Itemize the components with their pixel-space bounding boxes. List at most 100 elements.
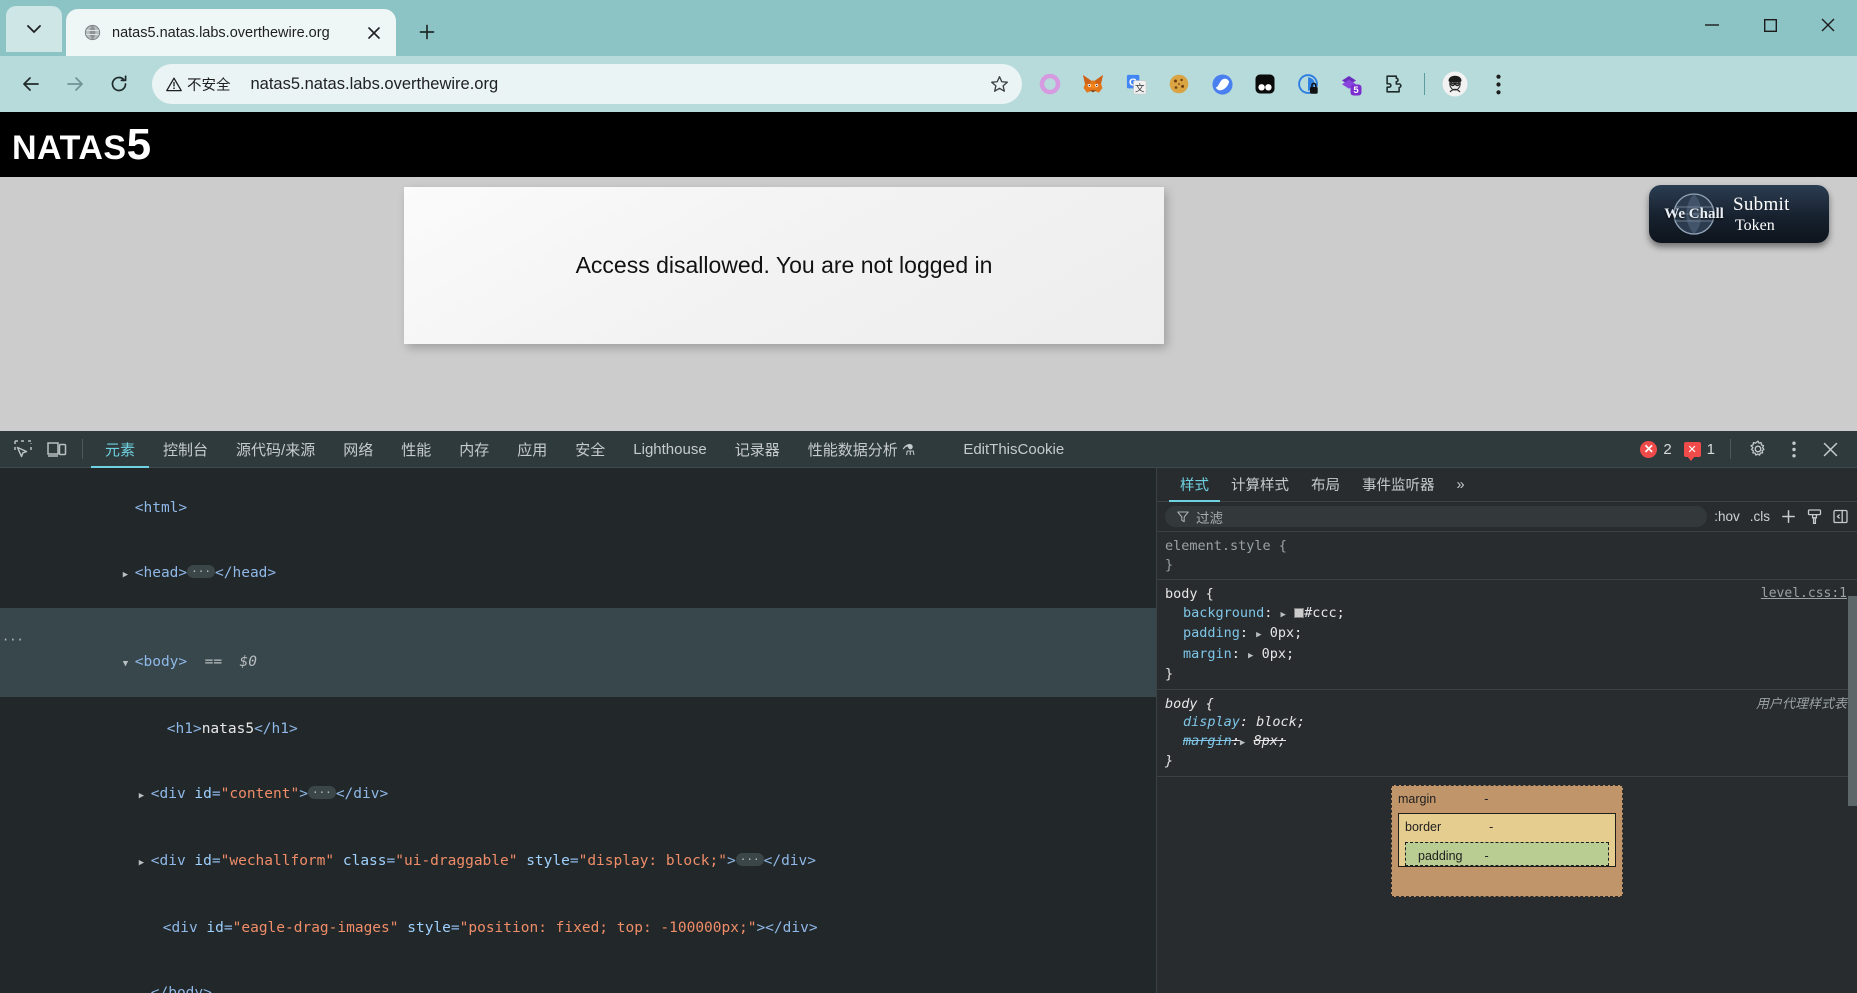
declaration-value[interactable]: 0px [1262,646,1286,662]
styles-scrollbar[interactable] [1848,596,1857,993]
styles-scrollbar-thumb[interactable] [1848,596,1857,806]
box-model-padding[interactable]: padding - [1405,841,1609,866]
brush-icon[interactable] [1803,506,1825,528]
device-toggle-icon[interactable] [40,434,74,464]
expand-arrow-icon[interactable]: ▶ [1256,630,1261,640]
styles-tab-computed[interactable]: 计算样式 [1220,468,1300,502]
metamask-fox-icon[interactable] [1073,64,1113,104]
dom-line-div-content[interactable]: <div id="content">···</div> [0,762,1156,829]
styles-filter-input[interactable]: 过滤 [1165,506,1708,527]
warning-triangle-icon [166,77,182,91]
devtools-tab-recorder[interactable]: 记录器 [721,431,794,468]
declaration-value[interactable]: #ccc [1304,605,1337,621]
style-rule-body-level-css[interactable]: body { level.css:1 background: ▶ #ccc; p… [1157,580,1857,690]
devtools-tab-memory[interactable]: 内存 [445,431,503,468]
dom-line-div-wechallform[interactable]: <div id="wechallform" class="ui-draggabl… [0,829,1156,896]
declaration-property[interactable]: margin [1165,646,1232,662]
wave-extension-icon[interactable] [1202,64,1242,104]
svg-text:5: 5 [1353,85,1359,96]
back-button[interactable] [10,63,52,105]
declaration-value[interactable]: block [1256,714,1297,730]
forward-button[interactable] [54,63,96,105]
maximize-button[interactable] [1741,0,1799,50]
devtools-tab-elements[interactable]: 元素 [91,431,149,468]
declaration-property[interactable]: display [1165,714,1240,730]
devtools-tab-application[interactable]: 应用 [503,431,561,468]
security-badge[interactable]: 不安全 [166,74,239,95]
warning-count-badge[interactable]: ✕ 1 [1679,441,1720,461]
declaration-value[interactable]: 0px [1270,625,1294,641]
styles-toolbar: 过滤 :hov .cls [1157,502,1857,532]
dom-line-div-eagle-drag-images[interactable]: <div id="eagle-drag-images" style="posit… [0,896,1156,961]
tab-search-button[interactable] [6,6,62,52]
declaration-value[interactable]: 8px [1253,733,1277,749]
border-value[interactable]: - [1489,818,1493,837]
declaration-property[interactable]: background [1165,605,1264,621]
declaration-property[interactable]: padding [1165,625,1240,641]
panel-toggle-icon[interactable] [1829,506,1851,528]
forward-arrow-icon [67,77,83,91]
avatar[interactable] [1435,64,1475,104]
devtools-tab-console[interactable]: 控制台 [149,431,222,468]
error-count-badge[interactable]: ✕ 2 [1635,440,1676,458]
devtools-tab-lighthouse[interactable]: Lighthouse [619,431,720,468]
ring-extension-icon[interactable] [1030,64,1070,104]
expand-arrow-icon[interactable]: ▶ [1281,610,1286,620]
style-rule-body-user-agent[interactable]: body { 用户代理样式表 display: block; margin:▶ … [1157,690,1857,777]
plus-icon[interactable] [1777,506,1799,528]
padding-value[interactable]: - [1485,847,1489,866]
declaration-property[interactable]: margin [1165,733,1232,749]
styles-tab-styles[interactable]: 样式 [1169,468,1220,502]
inspect-element-icon[interactable] [6,434,40,464]
box-model-border[interactable]: border - padding - [1398,813,1616,867]
rule-selector[interactable]: body [1165,696,1198,712]
omnibox[interactable]: 不安全 natas5.natas.labs.overthewire.org [152,64,1022,104]
minimize-button[interactable] [1683,0,1741,50]
devtools-close-button[interactable] [1813,434,1847,464]
box-model-margin[interactable]: margin - border - padding - [1391,784,1623,897]
dom-line-html[interactable]: <html> [0,476,1156,541]
styles-tab-more[interactable]: » [1446,468,1476,502]
hov-toggle[interactable]: :hov [1711,509,1743,524]
proxy-lock-icon[interactable] [1288,64,1328,104]
rule-selector[interactable]: element.style [1165,538,1271,554]
purple-stack-badge-icon[interactable]: 5 [1331,64,1371,104]
dom-node-menu-icon[interactable]: ··· [2,630,24,652]
rule-selector[interactable]: body [1165,586,1198,602]
cookie-icon[interactable] [1159,64,1199,104]
gear-icon[interactable] [1741,434,1775,464]
wechall-submit-token-button[interactable]: We Chall Submit Token [1649,185,1829,243]
close-window-button[interactable] [1799,0,1857,50]
devtools-tab-security[interactable]: 安全 [561,431,619,468]
devtools-tab-performance[interactable]: 性能 [387,431,445,468]
dom-line-h1[interactable]: <h1>natas5</h1> [0,697,1156,762]
style-rule-element-style[interactable]: element.style { } [1157,532,1857,580]
devtools-tab-sources[interactable]: 源代码/来源 [222,431,329,468]
expand-arrow-icon[interactable]: ▶ [1240,738,1245,748]
rule-source-label: 用户代理样式表 [1755,695,1847,711]
styles-pane: 样式 计算样式 布局 事件监听器 » 过滤 :hov .cls element.… [1156,468,1857,993]
new-tab-button[interactable] [408,13,446,51]
margin-value[interactable]: - [1484,790,1488,809]
devtools-tab-editthiscookie[interactable]: EditThisCookie [929,431,1078,468]
google-translate-icon[interactable]: G 文 [1116,64,1156,104]
expand-arrow-icon[interactable]: ▶ [1248,651,1253,661]
cls-toggle[interactable]: .cls [1747,509,1773,524]
styles-tab-event-listeners[interactable]: 事件监听器 [1351,468,1446,502]
color-swatch[interactable] [1294,607,1305,618]
rule-source-link[interactable]: level.css:1 [1761,585,1847,604]
address-text[interactable]: natas5.natas.labs.overthewire.org [239,75,983,94]
dom-line-body[interactable]: ··· <body> == $0 [0,608,1156,698]
puzzle-piece-icon[interactable] [1374,64,1414,104]
reload-button[interactable] [98,63,140,105]
dom-line-head[interactable]: <head>···</head> [0,541,1156,608]
close-icon[interactable] [362,21,386,45]
devtools-more-menu[interactable] [1777,434,1811,464]
styles-tab-layout[interactable]: 布局 [1300,468,1351,502]
devtools-tab-performance-insights[interactable]: 性能数据分析 ⚗ [794,431,930,468]
bookmark-button[interactable] [982,67,1016,101]
dark-reader-icon[interactable] [1245,64,1285,104]
browser-tab[interactable]: natas5.natas.labs.overthewire.org [66,9,396,56]
devtools-tab-network[interactable]: 网络 [329,431,387,468]
browser-menu-button[interactable] [1478,64,1518,104]
